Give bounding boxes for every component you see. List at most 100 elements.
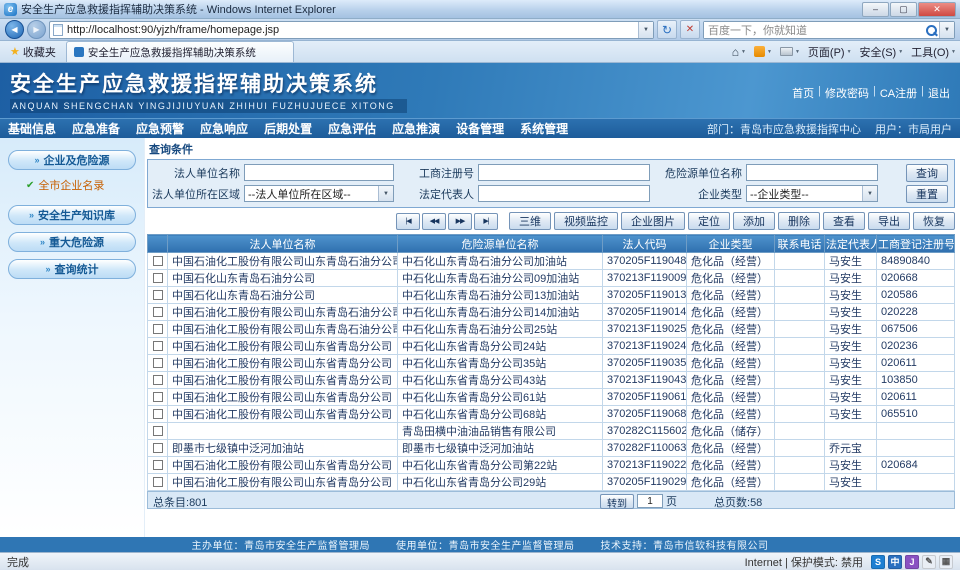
checkbox-cell: [148, 321, 168, 338]
page-input[interactable]: [637, 494, 663, 508]
row-checkbox[interactable]: [153, 409, 163, 419]
business-reg-input[interactable]: [478, 164, 650, 181]
sidebar-item[interactable]: ✔全市企业名录: [26, 177, 144, 193]
toolbar-button[interactable]: 定位: [688, 212, 730, 230]
row-checkbox[interactable]: [153, 290, 163, 300]
nav-item[interactable]: 系统管理: [520, 120, 568, 137]
row-checkbox[interactable]: [153, 375, 163, 385]
hazard-name-input[interactable]: [746, 164, 878, 181]
sidebar-group-button[interactable]: »安全生产知识库: [8, 205, 136, 225]
table-row[interactable]: 中国石油化工股份有限公司山东省青岛分公司中石化山东省青岛分公司第22站37021…: [148, 457, 955, 474]
row-checkbox[interactable]: [153, 392, 163, 402]
row-checkbox[interactable]: [153, 256, 163, 266]
row-checkbox[interactable]: [153, 460, 163, 470]
address-dropdown-icon[interactable]: ▼: [638, 22, 653, 38]
table-row[interactable]: 中国石化山东青岛石油分公司中石化山东青岛石油分公司09加油站370213F119…: [148, 270, 955, 287]
minimize-button[interactable]: –: [862, 2, 889, 17]
toolbar-button[interactable]: 企业图片: [621, 212, 685, 230]
table-row[interactable]: 即墨市七级镇中泛河加油站即墨市七级镇中泛河加油站370282F110063危化品…: [148, 440, 955, 457]
search-dropdown-icon[interactable]: ▼: [939, 22, 954, 38]
search-input[interactable]: [704, 22, 923, 38]
browser-menu[interactable]: 页面(P)▼: [808, 44, 852, 60]
sidebar-group-button[interactable]: »重大危险源: [8, 232, 136, 252]
search-icon[interactable]: [923, 22, 939, 38]
browser-menu[interactable]: 安全(S)▼: [860, 44, 904, 60]
pager-button[interactable]: |◀: [396, 213, 420, 230]
nav-item[interactable]: 后期处置: [264, 120, 312, 137]
toolbar-button[interactable]: 导出: [868, 212, 910, 230]
table-row[interactable]: 中国石油化工股份有限公司山东省青岛分公司中石化山东省青岛分公司68站370205…: [148, 406, 955, 423]
sidebar-group-button[interactable]: »企业及危险源: [8, 150, 136, 170]
nav-item[interactable]: 应急评估: [328, 120, 376, 137]
nav-item[interactable]: 应急推演: [392, 120, 440, 137]
search-button[interactable]: 查询: [906, 164, 948, 182]
cell: [877, 440, 955, 457]
table-row[interactable]: 青岛田横中油油品销售有限公司370282C115602危化品（储存）: [148, 423, 955, 440]
forward-button[interactable]: ▶: [27, 20, 46, 39]
close-button[interactable]: ✕: [918, 2, 956, 17]
browser-menu[interactable]: 工具(O)▼: [911, 44, 956, 60]
rss-icon[interactable]: ▼: [754, 46, 772, 57]
table-row[interactable]: 中国石化山东青岛石油分公司中石化山东青岛石油分公司13加油站370205F119…: [148, 287, 955, 304]
maximize-button[interactable]: ▢: [890, 2, 917, 17]
table-row[interactable]: 中国石油化工股份有限公司山东青岛石油分公司中石化山东青岛石油分公司25站3702…: [148, 321, 955, 338]
table-row[interactable]: 中国石油化工股份有限公司山东省青岛分公司中石化山东省青岛分公司61站370205…: [148, 389, 955, 406]
table-row[interactable]: 中国石油化工股份有限公司山东省青岛分公司中石化山东省青岛分公司43站370213…: [148, 372, 955, 389]
address-bar[interactable]: ▼: [49, 21, 654, 39]
address-input[interactable]: [67, 22, 638, 38]
legal-name-input[interactable]: [244, 164, 394, 181]
legal-rep-input[interactable]: [478, 185, 650, 202]
nav-item[interactable]: 应急响应: [200, 120, 248, 137]
reset-button[interactable]: 重置: [906, 185, 948, 203]
toolbar-button[interactable]: 删除: [778, 212, 820, 230]
goto-button[interactable]: 转到: [600, 494, 634, 509]
toolbar-button[interactable]: 恢复: [913, 212, 955, 230]
toolbar-button[interactable]: 视频监控: [554, 212, 618, 230]
search-box[interactable]: ▼: [703, 21, 955, 39]
pager-button[interactable]: ▶▶: [448, 213, 472, 230]
row-checkbox[interactable]: [153, 341, 163, 351]
company-type-select[interactable]: --企业类型-- ▼: [746, 185, 878, 202]
status-icon[interactable]: 中: [888, 555, 902, 569]
region-select[interactable]: --法人单位所在区域-- ▼: [244, 185, 394, 202]
nav-item[interactable]: 基础信息: [8, 120, 56, 137]
header-link[interactable]: 退出: [928, 85, 950, 101]
toolbar-button[interactable]: 添加: [733, 212, 775, 230]
sidebar-group-button[interactable]: »查询统计: [8, 259, 136, 279]
row-checkbox[interactable]: [153, 358, 163, 368]
row-checkbox[interactable]: [153, 273, 163, 283]
table-row[interactable]: 中国石油化工股份有限公司山东省青岛分公司中石化山东省青岛分公司35站370205…: [148, 355, 955, 372]
footer-item: 主办单位：青岛市安全生产监督管理局: [192, 537, 371, 552]
row-checkbox[interactable]: [153, 307, 163, 317]
pager-button[interactable]: ▶|: [474, 213, 498, 230]
home-icon[interactable]: ⌂▼: [732, 45, 746, 59]
table-row[interactable]: 中国石油化工股份有限公司山东省青岛分公司中石化山东省青岛分公司24站370213…: [148, 338, 955, 355]
favorites-button[interactable]: ★ 收藏夹: [4, 43, 62, 61]
row-checkbox[interactable]: [153, 324, 163, 334]
table-row[interactable]: 中国石油化工股份有限公司山东青岛石油分公司中石化山东青岛石油分公司加油站3702…: [148, 253, 955, 270]
nav-item[interactable]: 设备管理: [456, 120, 504, 137]
table-row[interactable]: 中国石油化工股份有限公司山东青岛石油分公司中石化山东青岛石油分公司14加油站37…: [148, 304, 955, 321]
status-icon[interactable]: S: [871, 555, 885, 569]
nav-item[interactable]: 应急准备: [72, 120, 120, 137]
row-checkbox[interactable]: [153, 443, 163, 453]
cell: 危化品（经营）: [687, 474, 775, 491]
header-link[interactable]: 修改密码: [825, 85, 869, 101]
nav-item[interactable]: 应急预警: [136, 120, 184, 137]
header-link[interactable]: CA注册: [880, 85, 917, 101]
row-checkbox[interactable]: [153, 477, 163, 487]
pager-button[interactable]: ◀◀: [422, 213, 446, 230]
refresh-icon[interactable]: ↻: [657, 20, 677, 39]
print-icon[interactable]: ▼: [780, 47, 800, 56]
table-row[interactable]: 中国石油化工股份有限公司山东省青岛分公司中石化山东省青岛分公司29站370205…: [148, 474, 955, 491]
browser-tab[interactable]: 安全生产应急救援指挥辅助决策系统: [66, 41, 294, 62]
row-checkbox[interactable]: [153, 426, 163, 436]
toolbar-button[interactable]: 查看: [823, 212, 865, 230]
status-icon[interactable]: J: [905, 555, 919, 569]
back-button[interactable]: ◀: [5, 20, 24, 39]
status-icon[interactable]: ▦: [939, 555, 953, 569]
header-link[interactable]: 首页: [792, 85, 814, 101]
toolbar-button[interactable]: 三维: [509, 212, 551, 230]
stop-icon[interactable]: ✕: [680, 20, 700, 39]
status-icon[interactable]: ✎: [922, 555, 936, 569]
